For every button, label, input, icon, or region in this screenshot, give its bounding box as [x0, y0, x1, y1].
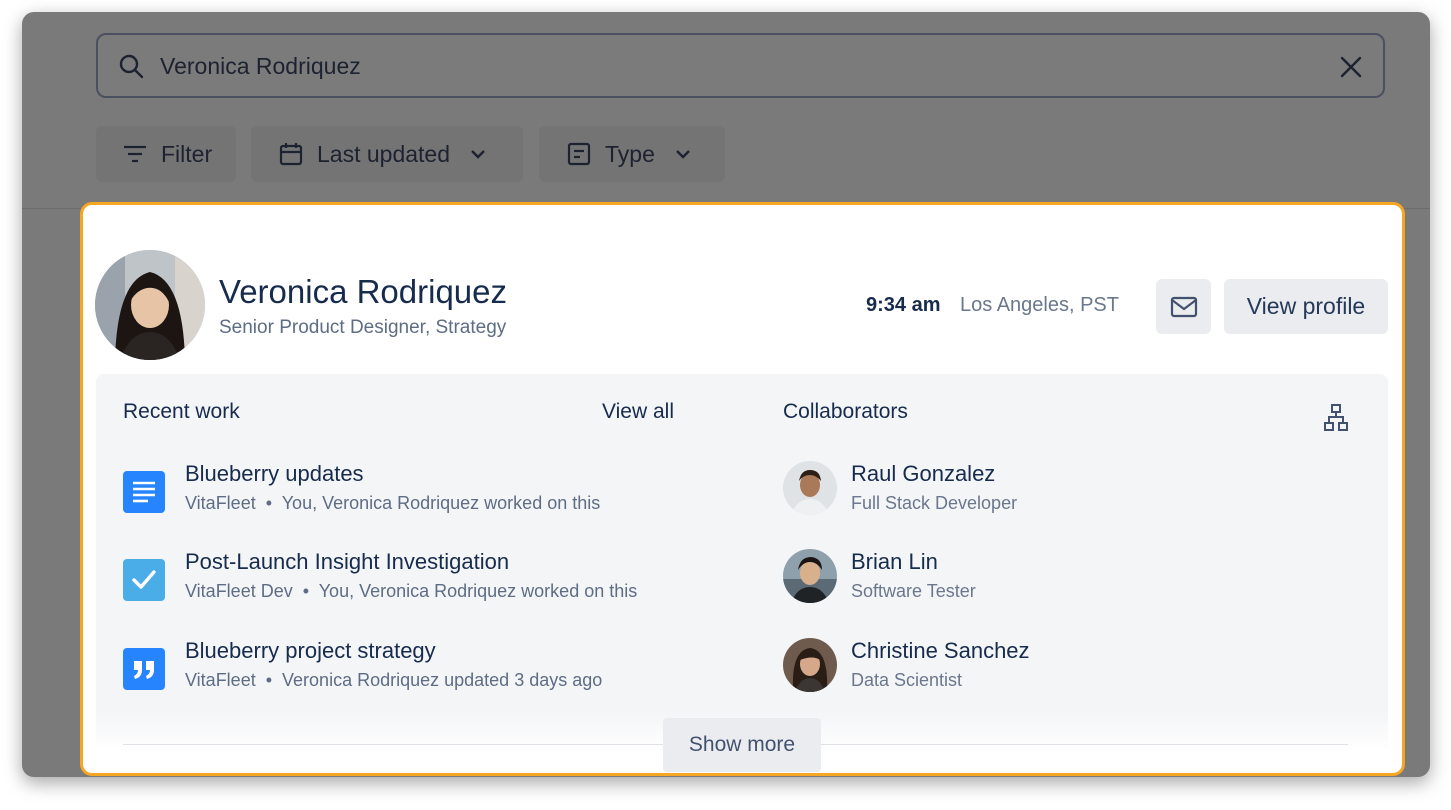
search-query: Veronica Rodriquez	[160, 53, 361, 79]
collaborator-name: Brian Lin	[851, 549, 938, 574]
chevron-down-icon	[676, 150, 690, 159]
document-type-icon	[567, 142, 591, 166]
view-profile-button[interactable]: View profile	[1224, 279, 1388, 334]
recent-work-heading: Recent work	[123, 400, 240, 423]
profile-card: Veronica Rodriquez Senior Product Design…	[80, 202, 1405, 776]
org-chart-icon[interactable]	[1324, 404, 1348, 432]
last-updated-dropdown[interactable]: Last updated	[251, 126, 523, 182]
collaborator-name: Raul Gonzalez	[851, 461, 996, 486]
collaborators-heading: Collaborators	[783, 400, 908, 423]
view-all-link[interactable]: View all	[602, 400, 674, 424]
profile-name: Veronica Rodriquez	[219, 273, 508, 310]
show-more-button[interactable]: Show more	[663, 718, 821, 772]
close-icon[interactable]	[1339, 55, 1363, 79]
document-icon	[123, 471, 165, 513]
chevron-down-icon	[471, 150, 485, 159]
collaborator-name: Christine Sanchez	[851, 638, 1030, 663]
local-time: 9:34 am	[866, 294, 941, 316]
calendar-icon	[279, 143, 303, 166]
item-meta: VitaFleet • Veronica Rodriquez updated 3…	[185, 670, 603, 690]
filter-label: Filter	[161, 140, 213, 167]
search-input[interactable]: Veronica Rodriquez	[96, 33, 1385, 98]
location: Los Angeles, PST	[960, 294, 1119, 316]
mail-icon	[1170, 296, 1197, 317]
item-meta: VitaFleet • You, Veronica Rodriquez work…	[185, 493, 601, 513]
avatar	[783, 549, 837, 603]
type-dropdown[interactable]: Type	[539, 126, 725, 182]
collaborator-role: Data Scientist	[851, 670, 963, 690]
filter-button[interactable]: Filter	[96, 126, 236, 182]
avatar	[95, 250, 205, 360]
email-button[interactable]	[1156, 279, 1211, 334]
collaborator-role: Software Tester	[851, 581, 976, 601]
item-title: Blueberry project strategy	[185, 638, 436, 663]
avatar	[783, 638, 837, 692]
last-updated-label: Last updated	[317, 140, 451, 167]
profile-title: Senior Product Designer, Strategy	[219, 317, 507, 338]
avatar	[783, 461, 837, 515]
filter-icon	[124, 145, 146, 163]
item-title: Post-Launch Insight Investigation	[185, 549, 510, 574]
item-meta: VitaFleet Dev • You, Veronica Rodriquez …	[185, 581, 638, 601]
quote-icon	[123, 648, 165, 690]
collaborator-role: Full Stack Developer	[851, 493, 1018, 513]
type-label: Type	[605, 140, 655, 167]
item-title: Blueberry updates	[185, 461, 364, 486]
checkbox-icon	[123, 559, 165, 601]
search-icon	[119, 54, 144, 79]
